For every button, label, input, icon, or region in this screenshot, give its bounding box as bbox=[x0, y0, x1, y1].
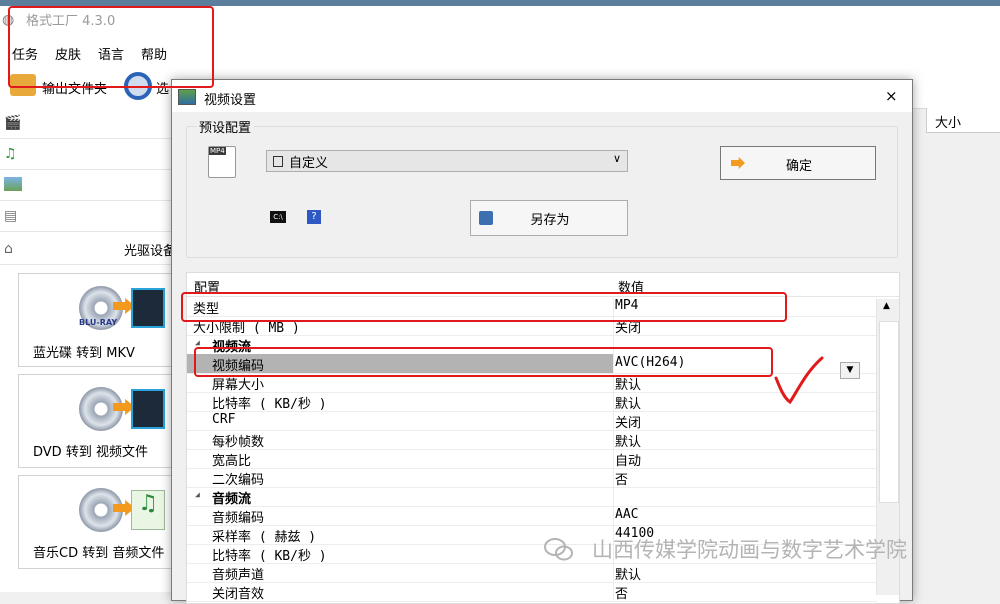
column-divider bbox=[613, 487, 614, 506]
grid-setting-value: 默认 bbox=[615, 397, 642, 412]
wechat-icon bbox=[544, 538, 573, 561]
grid-section-row[interactable]: 音频流 ◢ bbox=[187, 487, 877, 507]
grid-setting-name: CRF bbox=[212, 412, 236, 427]
column-divider bbox=[613, 430, 614, 449]
music-file-icon: ♫ bbox=[131, 490, 165, 530]
mp4-icon-text: MP4 bbox=[209, 147, 226, 155]
film-icon: 🎬 bbox=[4, 115, 22, 131]
category-audio[interactable]: ♫ bbox=[0, 139, 172, 170]
tile-label: 音乐CD 转到 音频文件 bbox=[33, 546, 165, 561]
tile-label: DVD 转到 视频文件 bbox=[33, 445, 148, 460]
mp4-format-icon: MP4 bbox=[208, 146, 236, 178]
grid-setting-name: 音频编码 bbox=[212, 511, 265, 526]
grid-setting-name: 比特率 ( KB/秒 ) bbox=[212, 397, 327, 412]
category-image[interactable] bbox=[0, 170, 172, 201]
scroll-up-icon[interactable]: ▲ bbox=[883, 301, 890, 311]
music-note-icon: ♫ bbox=[4, 146, 17, 162]
watermark-text: 山西传媒学院动画与数字艺术学院 bbox=[592, 538, 907, 562]
film-icon bbox=[131, 389, 165, 429]
annotation-box-type bbox=[181, 292, 787, 322]
preset-select-value: 自定义 bbox=[289, 156, 329, 171]
grid-row[interactable]: 二次编码 否 bbox=[187, 468, 877, 488]
grid-section-label: 音频流 bbox=[212, 492, 252, 507]
category-document[interactable]: ▤ bbox=[0, 201, 172, 232]
preset-select[interactable]: 自定义 ∨ bbox=[266, 150, 628, 172]
grid-row[interactable]: CRF 关闭 bbox=[187, 411, 877, 431]
drive-icon: ⌂ bbox=[4, 241, 13, 257]
preset-group-label: 预设配置 bbox=[196, 117, 255, 136]
grid-setting-name: 采样率 ( 赫兹 ) bbox=[212, 530, 317, 545]
document-icon: ▤ bbox=[4, 208, 18, 224]
chevron-down-icon[interactable]: ▼ bbox=[840, 362, 860, 379]
grid-setting-value: 自动 bbox=[615, 454, 642, 469]
grid-setting-value: 关闭 bbox=[615, 416, 642, 431]
scrollbar-thumb[interactable] bbox=[879, 321, 899, 503]
chevron-down-icon: ∨ bbox=[612, 152, 621, 165]
column-divider bbox=[613, 506, 614, 525]
save-as-button-label: 另存为 bbox=[530, 213, 570, 228]
grid-setting-value: 默认 bbox=[615, 435, 642, 450]
preset-item-icon bbox=[273, 156, 283, 167]
column-divider bbox=[613, 563, 614, 582]
film-icon bbox=[131, 288, 165, 328]
column-header-size[interactable]: 大小 bbox=[926, 108, 1000, 133]
grid-setting-name: 每秒帧数 bbox=[212, 435, 265, 450]
dialog-icon bbox=[178, 89, 196, 105]
ok-button[interactable]: 确定 bbox=[720, 146, 876, 180]
grid-setting-name: 关闭音效 bbox=[212, 587, 265, 602]
bluray-disc-text: BLU-RAY bbox=[79, 318, 118, 327]
dialog-title: 视频设置 bbox=[204, 93, 257, 108]
help-icon[interactable]: ? bbox=[307, 210, 321, 224]
picture-icon bbox=[4, 177, 22, 191]
close-icon[interactable]: × bbox=[885, 87, 898, 105]
column-header-size-label: 大小 bbox=[935, 116, 962, 131]
column-divider bbox=[613, 468, 614, 487]
ok-button-label: 确定 bbox=[785, 159, 812, 174]
tile-dvd-to-video[interactable]: DVD 转到 视频文件 bbox=[18, 374, 174, 468]
grid-row[interactable]: 音频声道 默认 bbox=[187, 563, 877, 583]
tile-cd-to-audio[interactable]: ♫ 音乐CD 转到 音频文件 bbox=[18, 475, 174, 569]
annotation-box-codec bbox=[194, 347, 773, 377]
grid-setting-value: AAC bbox=[615, 507, 639, 522]
collapse-icon[interactable]: ◢ bbox=[195, 490, 200, 499]
annotation-checkmark bbox=[774, 356, 824, 405]
collapse-icon[interactable]: ◢ bbox=[195, 338, 200, 347]
tile-label: 蓝光碟 转到 MKV bbox=[33, 346, 135, 361]
annotation-box-menu bbox=[8, 6, 214, 88]
grid-row[interactable]: 音频编码 AAC bbox=[187, 506, 877, 526]
column-divider bbox=[613, 449, 614, 468]
column-divider bbox=[613, 411, 614, 430]
command-line-icon[interactable]: C:\ bbox=[270, 211, 286, 223]
grid-setting-name: 二次编码 bbox=[212, 473, 265, 488]
grid-setting-name: 音频声道 bbox=[212, 568, 265, 583]
tile-bluray-to-mkv[interactable]: BLU-RAY 蓝光碟 转到 MKV bbox=[18, 273, 174, 367]
grid-row[interactable]: 每秒帧数 默认 bbox=[187, 430, 877, 450]
video-settings-dialog: 视频设置 × 预设配置 MP4 自定义 ∨ 确定 C:\ ? 另存为 配置 数值… bbox=[171, 79, 913, 604]
grid-setting-name: 比特率 ( KB/秒 ) bbox=[212, 549, 327, 564]
grid-setting-value: 否 bbox=[615, 473, 629, 488]
grid-setting-name: 宽高比 bbox=[212, 454, 252, 469]
grid-row[interactable]: 宽高比 自动 bbox=[187, 449, 877, 469]
column-divider bbox=[613, 392, 614, 411]
optical-device-label: 光驱设备 bbox=[124, 244, 177, 259]
grid-setting-value: 否 bbox=[615, 587, 629, 602]
grid-setting-value: 默认 bbox=[615, 568, 642, 583]
grid-row[interactable]: 关闭音效 否 bbox=[187, 582, 877, 602]
dialog-titlebar bbox=[172, 80, 912, 112]
save-as-button[interactable]: 另存为 bbox=[470, 200, 628, 236]
category-video[interactable]: 🎬 bbox=[0, 108, 172, 139]
